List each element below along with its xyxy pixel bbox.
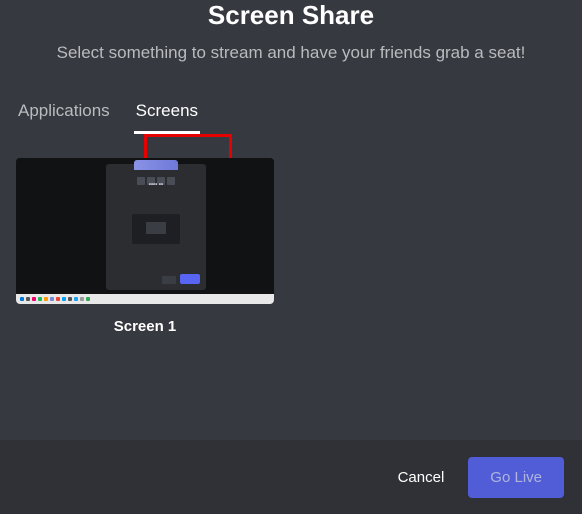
tab-applications[interactable]: Applications <box>16 95 112 131</box>
dialog-title: Screen Share <box>0 0 582 31</box>
tab-bar: Applications Screens <box>0 95 582 134</box>
screen-item[interactable]: •••• •• Screen 1 <box>16 158 274 335</box>
screens-grid: •••• •• Screen 1 <box>0 134 582 359</box>
dialog-subtitle: Select something to stream and have your… <box>0 41 582 65</box>
cancel-button[interactable]: Cancel <box>392 459 451 496</box>
go-live-button[interactable]: Go Live <box>468 457 564 498</box>
tab-screens[interactable]: Screens <box>134 95 200 134</box>
screen-label: Screen 1 <box>16 318 274 335</box>
screen-thumbnail: •••• •• <box>16 158 274 304</box>
dialog-footer: Cancel Go Live <box>0 440 582 514</box>
